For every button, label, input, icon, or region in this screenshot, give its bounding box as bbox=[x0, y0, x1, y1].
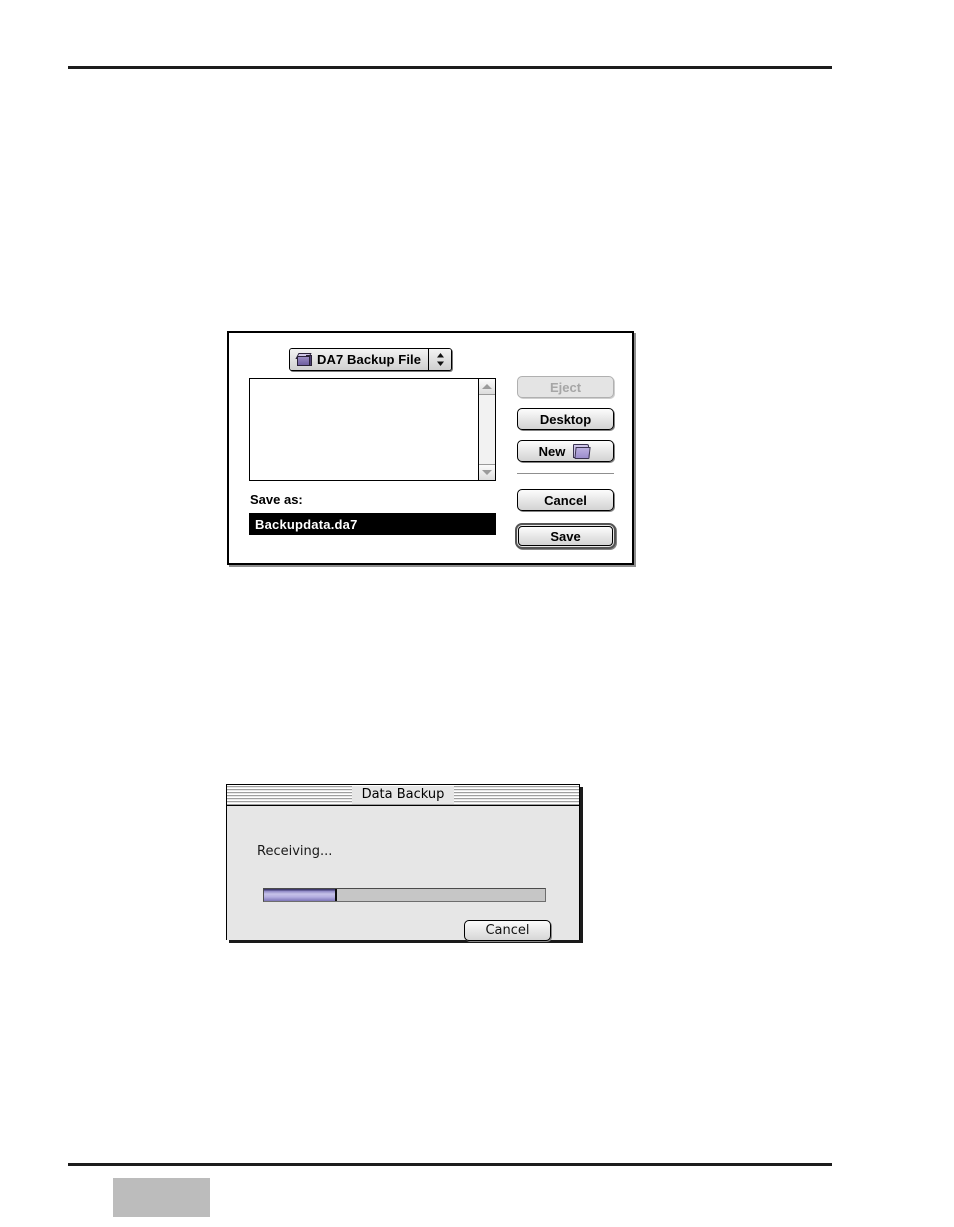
filename-value: Backupdata.da7 bbox=[255, 516, 358, 532]
file-list-box[interactable] bbox=[249, 378, 496, 481]
save-as-dialog: DA7 Backup File Save as: Backupdata.da7 … bbox=[227, 331, 634, 565]
progress-window-body: Receiving... Cancel bbox=[227, 806, 579, 941]
desktop-button-label: Desktop bbox=[539, 411, 592, 427]
scroll-down-arrow-icon[interactable] bbox=[479, 464, 495, 480]
progress-status-text: Receiving... bbox=[257, 844, 333, 859]
folder-popup-label: DA7 Backup File bbox=[317, 352, 422, 367]
new-folder-button-label: New bbox=[538, 443, 566, 459]
folder-popup-menu[interactable]: DA7 Backup File bbox=[289, 348, 453, 371]
eject-button[interactable]: Eject bbox=[517, 376, 614, 398]
button-column-divider bbox=[517, 473, 614, 474]
progress-cancel-label: Cancel bbox=[485, 923, 530, 938]
save-button-label: Save bbox=[550, 528, 581, 544]
file-list-scrollbar[interactable] bbox=[478, 379, 495, 480]
folder-popup-body[interactable]: DA7 Backup File bbox=[290, 349, 429, 370]
page-number-block bbox=[113, 1178, 210, 1217]
save-as-label: Save as: bbox=[250, 492, 303, 507]
new-folder-icon bbox=[573, 443, 592, 459]
eject-button-label: Eject bbox=[549, 379, 582, 395]
scrollbar-track[interactable] bbox=[479, 395, 495, 464]
page-top-rule bbox=[68, 66, 832, 69]
progress-bar-fill bbox=[264, 889, 338, 901]
window-title: Data Backup bbox=[351, 786, 455, 804]
filename-input[interactable]: Backupdata.da7 bbox=[249, 513, 496, 535]
page-bottom-rule bbox=[68, 1163, 832, 1166]
progress-cancel-button[interactable]: Cancel bbox=[464, 920, 551, 941]
file-list-items[interactable] bbox=[250, 379, 478, 480]
window-titlebar[interactable]: Data Backup bbox=[227, 785, 579, 806]
new-folder-button[interactable]: New bbox=[517, 440, 614, 462]
updown-arrows-icon[interactable] bbox=[428, 349, 452, 370]
data-backup-progress-window: Data Backup Receiving... Cancel bbox=[226, 784, 580, 941]
save-button-inner[interactable]: Save bbox=[518, 526, 613, 546]
progress-bar bbox=[263, 888, 546, 902]
desktop-button[interactable]: Desktop bbox=[517, 408, 614, 430]
cancel-button-label: Cancel bbox=[544, 492, 587, 508]
cancel-button[interactable]: Cancel bbox=[517, 489, 614, 511]
save-button[interactable]: Save bbox=[515, 523, 616, 549]
backup-volume-icon bbox=[295, 352, 312, 367]
scroll-up-arrow-icon[interactable] bbox=[479, 379, 495, 395]
